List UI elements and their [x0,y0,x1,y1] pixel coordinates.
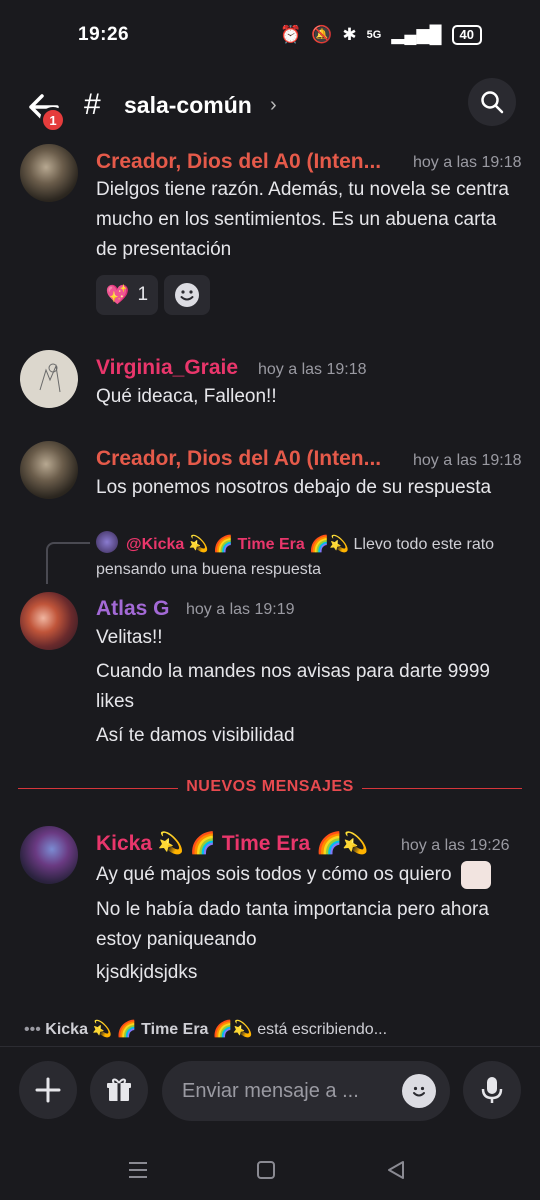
message-text: Velitas!! [96,627,163,648]
reaction-button[interactable]: 💖 1 [96,275,158,315]
emoji-icon [413,1086,425,1097]
bluetooth-icon: ✱ [342,25,357,44]
new-messages-label: NUEVOS MENSAJES [178,778,362,796]
timestamp: hoy a las 19:18 [258,361,367,378]
avatar[interactable] [20,826,78,884]
channel-title[interactable]: sala-común [124,92,252,119]
search-icon [481,91,504,114]
channel-header: 1 # sala-común › [0,70,540,140]
timestamp: hoy a las 19:18 [413,452,522,469]
reaction-count: 1 [137,284,149,305]
status-time: 19:26 [78,24,130,45]
unread-badge: 1 [40,107,66,133]
system-nav-bar [0,1138,540,1200]
plus-icon [35,1077,61,1103]
voice-message-button[interactable] [463,1061,521,1119]
typing-dots-icon: ••• [24,1021,41,1038]
timestamp: hoy a las 19:18 [413,154,522,171]
author-name[interactable]: Virginia_Graie [96,356,238,380]
add-attachment-button[interactable] [19,1061,77,1119]
chevron-right-icon[interactable]: › [270,94,277,117]
author-name[interactable]: Creador, Dios del A0 (Inten... [96,150,381,174]
microphone-icon [481,1077,503,1103]
avatar[interactable] [20,350,78,408]
status-bar: 19:26 ⏰ 🔕 ✱ 5G ▂▄▆█ 40 [0,0,540,70]
message-text: No le había dado tanta importancia pero … [96,899,489,950]
mute-icon: 🔕 [311,25,333,44]
message-text: Qué ideaca, Falleon!! [96,386,277,407]
avatar[interactable] [20,441,78,499]
home-icon[interactable] [252,1156,280,1184]
recents-icon[interactable] [124,1156,152,1184]
message-composer[interactable] [162,1061,450,1121]
add-reaction-button[interactable] [164,275,210,315]
sparkling-heart-icon: 💖 [105,285,130,306]
author-name[interactable]: Kicka 💫 🌈 Time Era 🌈💫 [96,832,368,856]
search-button[interactable] [468,78,516,126]
avatar[interactable] [20,592,78,650]
gift-button[interactable] [90,1061,148,1119]
reply-preview[interactable]: @Kicka 💫 🌈 Time Era 🌈💫 Llevo todo este r… [96,532,496,582]
signal-icon: ▂▄▆█ [391,25,442,44]
message-text: Cuando la mandes nos avisas para darte 9… [96,661,490,712]
message-text: Los ponemos nosotros debajo de su respue… [96,477,492,498]
channel-hash-icon: # [84,88,101,121]
back-nav-icon[interactable] [382,1156,410,1184]
typing-indicator: ••• Kicka 💫 🌈 Time Era 🌈💫 está escribien… [24,1019,387,1039]
message-text: kjsdkjdsjdks [96,962,198,983]
emoji-icon [175,283,199,307]
timestamp: hoy a las 19:19 [186,601,295,618]
emoji-button[interactable] [402,1074,436,1108]
author-name[interactable]: Atlas G [96,597,170,621]
timestamp: hoy a las 19:26 [401,837,510,854]
message-text: Ay qué majos sois todos y cómo os quiero [96,860,516,890]
message-text: Dielgos tiene razón. Además, tu novela s… [96,179,509,260]
author-name[interactable]: Creador, Dios del A0 (Inten... [96,447,381,471]
status-icons: ⏰ 🔕 ✱ 5G ▂▄▆█ 40 [280,25,482,45]
network-label: 5G [366,29,382,41]
battery-level: 40 [451,25,482,45]
typing-user: Kicka 💫 🌈 Time Era 🌈💫 [45,1021,253,1038]
message-input[interactable] [182,1061,402,1121]
message-text: Así te damos visibilidad [96,725,295,746]
alarm-icon: ⏰ [280,25,302,44]
avatar[interactable] [20,144,78,202]
composer-separator [0,1046,540,1047]
typing-suffix: está escribiendo... [257,1021,388,1038]
reply-author: @Kicka 💫 🌈 Time Era 🌈💫 [126,536,350,553]
sketch-drawing-icon [39,363,61,393]
message-line: Ay qué majos sois todos y cómo os quiero [96,864,452,885]
gift-icon [107,1078,131,1101]
reply-connector [46,542,90,584]
cat-sticker-icon [460,860,491,889]
